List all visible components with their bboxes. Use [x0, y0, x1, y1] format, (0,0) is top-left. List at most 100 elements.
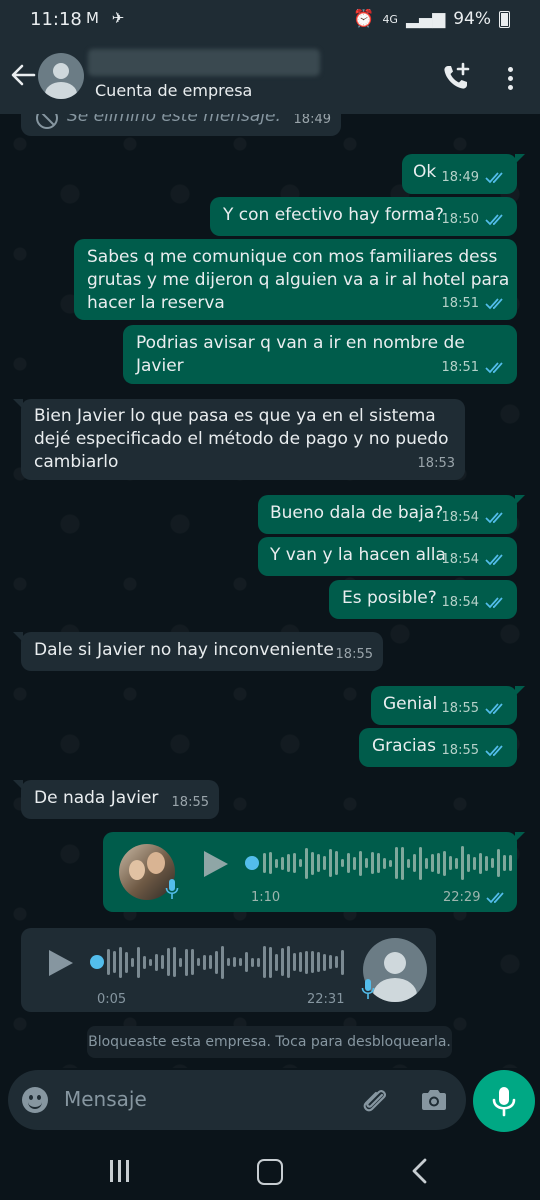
audio-waveform[interactable] [263, 846, 512, 880]
microphone-icon [361, 979, 375, 999]
read-ticks-icon [485, 553, 503, 565]
emoji-icon[interactable] [22, 1087, 48, 1113]
waveform-bar [149, 958, 152, 966]
message-bubble[interactable]: Y van y la hacen alla 18:54 [258, 537, 517, 576]
waveform-bar [125, 951, 128, 973]
message-time: 22:31 [307, 992, 345, 1007]
message-time: 18:49 [442, 166, 507, 189]
waveform-bar [323, 953, 326, 971]
add-call-icon[interactable] [441, 62, 471, 92]
message-time: 18:54 [442, 591, 507, 614]
message-time: 18:55 [442, 739, 507, 762]
message-bubble[interactable]: Gracias 18:55 [359, 728, 517, 767]
message-text: De nada Javier [34, 788, 159, 808]
read-ticks-icon [485, 213, 503, 225]
waveform-bar [431, 854, 434, 872]
waveform-bar [197, 958, 200, 966]
message-bubble[interactable]: Podrias avisar q van a ir en nombre de J… [123, 325, 517, 384]
message-bubble[interactable]: Genial 18:55 [371, 686, 525, 725]
waveform-bar [305, 950, 308, 974]
more-options-icon[interactable] [501, 64, 521, 94]
system-navigation-bar [0, 1142, 540, 1200]
waveform-bar [419, 846, 422, 880]
message-bubble[interactable]: Es posible? 18:54 [329, 580, 517, 619]
waveform-bar [173, 947, 176, 977]
status-right: ⏰ 4G ▂▄▆ 94% [353, 9, 510, 29]
message-bubble[interactable]: Bien Javier lo que pasa es que ya en el … [13, 399, 465, 480]
waveform-bar [317, 854, 320, 872]
message-input[interactable]: Mensaje [64, 1087, 147, 1111]
blocked-notice[interactable]: Bloqueaste esta empresa. Toca para desbl… [87, 1026, 452, 1058]
voice-message-incoming[interactable]: 0:05 22:31 [21, 928, 436, 1012]
message-bubble[interactable]: Sabes q me comunique con mos familiares … [74, 239, 517, 320]
waveform-bar [449, 856, 452, 870]
waveform-bar [491, 858, 494, 868]
waveform-bar [137, 946, 140, 978]
playback-position-dot[interactable] [90, 955, 104, 969]
waveform-bar [503, 855, 506, 871]
home-icon[interactable] [257, 1159, 283, 1185]
waveform-bar [155, 953, 158, 971]
waveform-bar [479, 852, 482, 874]
message-time: 18:51 [442, 356, 507, 379]
message-text: Gracias [372, 736, 436, 756]
waveform-bar [473, 856, 476, 870]
waveform-bar [395, 847, 398, 879]
message-time: 18:54 [442, 506, 507, 529]
waveform-bar [323, 856, 326, 870]
contact-subtitle[interactable]: Cuenta de empresa [95, 81, 252, 100]
recent-apps-icon[interactable] [108, 1160, 132, 1182]
waveform-bar [167, 948, 170, 976]
read-ticks-icon [485, 596, 503, 608]
audio-waveform[interactable] [107, 945, 344, 979]
waveform-bar [347, 853, 350, 873]
waveform-bar [209, 955, 212, 969]
waveform-bar [437, 852, 440, 874]
message-bubble[interactable]: Ok 18:49 [402, 154, 525, 194]
deleted-message[interactable]: Se eliminó este mensaje. 18:49 [21, 114, 341, 136]
attach-icon[interactable] [360, 1086, 390, 1116]
waveform-bar [269, 946, 272, 978]
signal-icon: ▂▄▆ [405, 9, 446, 29]
waveform-bar [467, 854, 470, 872]
read-ticks-icon [485, 702, 503, 714]
waveform-bar [281, 856, 284, 870]
back-arrow-icon[interactable] [10, 60, 36, 90]
message-composer[interactable]: Mensaje [8, 1070, 466, 1130]
notification-icons: M ✈ [86, 9, 129, 27]
contact-avatar[interactable] [38, 53, 84, 99]
system-back-icon[interactable] [410, 1158, 430, 1184]
waveform-bar [257, 957, 260, 967]
alarm-icon: ⏰ [353, 9, 375, 29]
read-ticks-icon [485, 171, 503, 183]
chat-area: Se eliminó este mensaje. 18:49 Ok 18:49 … [0, 114, 540, 1068]
waveform-bar [299, 859, 302, 867]
waveform-bar [293, 853, 296, 873]
message-time: 18:50 [442, 208, 507, 231]
waveform-bar [401, 846, 404, 880]
message-text: Se eliminó este mensaje. [67, 114, 281, 126]
blocked-icon [36, 114, 58, 129]
message-bubble[interactable]: De nada Javier 18:55 [13, 780, 219, 819]
camera-icon[interactable] [420, 1088, 448, 1112]
voice-message-outgoing[interactable]: 1:10 22:29 [103, 832, 525, 912]
voice-record-button[interactable] [473, 1070, 535, 1132]
play-icon[interactable] [49, 950, 73, 976]
message-text: Podrias avisar q van a ir en nombre de J… [136, 333, 471, 376]
play-icon[interactable] [204, 851, 228, 877]
waveform-bar [119, 946, 122, 978]
waveform-bar [269, 852, 272, 874]
waveform-bar [311, 851, 314, 875]
waveform-bar [341, 949, 344, 975]
waveform-bar [371, 852, 374, 874]
playback-position-dot[interactable] [245, 856, 259, 870]
message-bubble[interactable]: Dale si Javier no hay inconveniente 18:5… [13, 632, 383, 671]
message-bubble[interactable]: Bueno dala de baja? 18:54 [258, 495, 525, 534]
message-text: Bueno dala de baja? [270, 503, 444, 523]
contact-name[interactable] [88, 49, 320, 76]
waveform-bar [203, 954, 206, 970]
message-bubble[interactable]: Y con efectivo hay forma? 18:50 [210, 197, 517, 236]
read-ticks-icon [485, 361, 503, 373]
battery-percent: 94% [453, 9, 491, 29]
waveform-bar [377, 853, 380, 873]
